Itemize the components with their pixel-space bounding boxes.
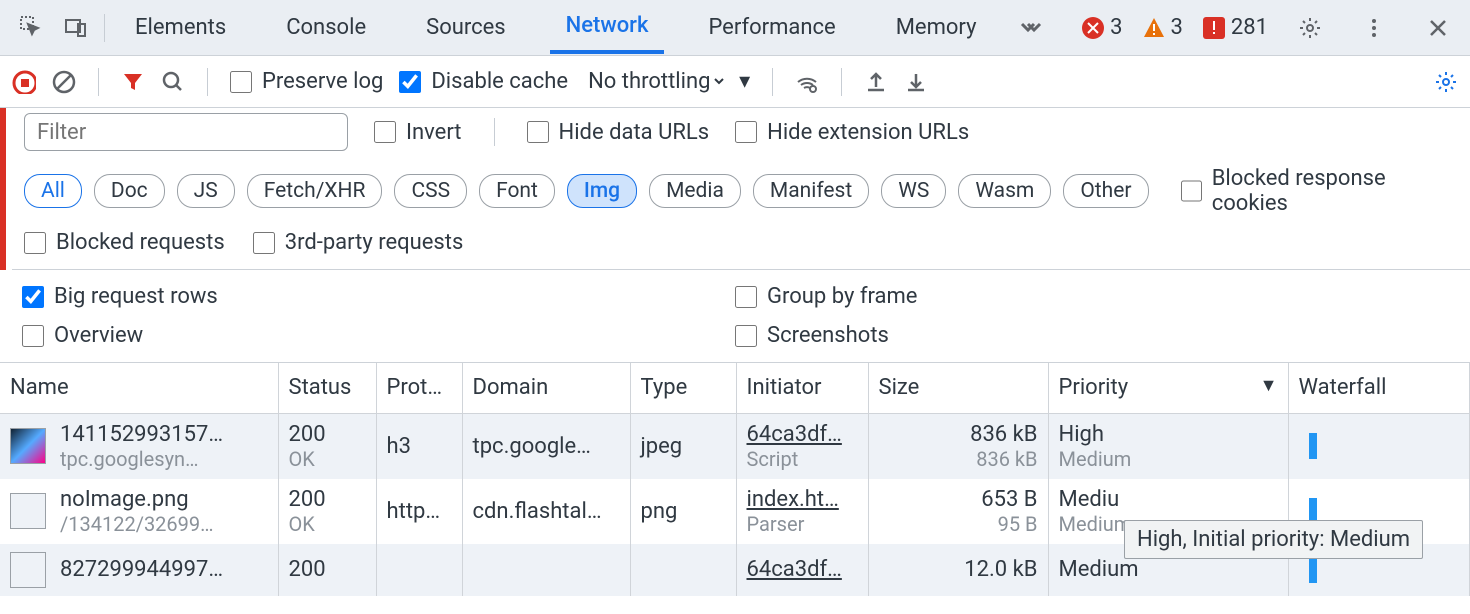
filter-row: Invert Hide data URLs Hide extension URL… [12,108,1470,156]
requests-table: NameStatusProt…DomainTypeInitiatorSizePr… [0,363,1470,596]
col-type[interactable]: Type [630,363,736,413]
warning-count[interactable]: 3 [1143,15,1183,40]
settings-gear-icon[interactable] [1288,6,1332,50]
type-pill-img[interactable]: Img [567,174,637,208]
col-size[interactable]: Size [868,363,1048,413]
big-request-rows-checkbox[interactable]: Big request rows [22,284,735,309]
third-party-checkbox[interactable]: 3rd-party requests [253,230,464,255]
panel-tab-console[interactable]: Console [270,3,382,52]
overview-checkbox[interactable]: Overview [22,323,735,348]
import-har-icon[interactable] [904,70,928,94]
col-initiator[interactable]: Initiator [736,363,868,413]
type-pill-media[interactable]: Media [649,174,741,208]
chevron-down-icon: ▾ [739,69,750,94]
col-status[interactable]: Status [278,363,376,413]
panel-tab-performance[interactable]: Performance [692,3,851,52]
type-pill-fetchxhr[interactable]: Fetch/XHR [247,174,383,208]
clear-icon[interactable] [52,70,76,94]
panel-tab-network[interactable]: Network [550,1,665,54]
type-filter-row: All Doc JS Fetch/XHR CSS Font Img Media Manifest… [12,156,1470,226]
type-pill-manifest[interactable]: Manifest [753,174,869,208]
request-thumb [10,428,46,464]
hide-data-urls-checkbox[interactable]: Hide data URLs [527,120,710,145]
more-panels-icon[interactable] [1008,6,1052,50]
blocked-cookies-checkbox[interactable]: Blocked response cookies [1181,166,1459,216]
waterfall-bar [1309,433,1317,459]
type-pill-doc[interactable]: Doc [94,174,165,208]
error-count[interactable]: 3 [1082,15,1122,40]
network-toolbar: Preserve log Disable cache No throttling… [0,56,1470,108]
request-thumb [10,552,46,588]
type-pill-js[interactable]: JS [177,174,235,208]
table-row[interactable]: 141152993157…tpc.googlesyn…200OKh3tpc.go… [0,413,1470,479]
filter-funnel-icon[interactable] [121,70,145,94]
network-settings-gear-icon[interactable] [1434,70,1458,94]
col-priority[interactable]: Priority▼ [1048,363,1288,413]
type-pill-other[interactable]: Other [1063,174,1148,208]
type-pill-ws[interactable]: WS [881,174,946,208]
disable-cache-checkbox[interactable]: Disable cache [399,69,568,94]
col-name[interactable]: Name [0,363,278,413]
blocked-requests-checkbox[interactable]: Blocked requests [24,230,225,255]
panel-tabstrip: Elements Console Sources Network Performance… [0,0,1470,56]
type-pill-wasm[interactable]: Wasm [958,174,1051,208]
device-toggle-icon[interactable] [54,6,98,50]
view-options: Big request rows Group by frame Overview… [0,270,1470,363]
record-button[interactable] [12,70,36,94]
type-pill-all[interactable]: All [24,174,82,208]
panel-tab-sources[interactable]: Sources [410,3,522,52]
hide-extension-urls-checkbox[interactable]: Hide extension URLs [735,120,969,145]
extra-filters-row: Blocked requests 3rd-party requests [12,226,1470,270]
kebab-menu-icon[interactable] [1352,6,1396,50]
inspect-icon[interactable] [10,6,54,50]
col-waterfall[interactable]: Waterfall [1288,363,1470,413]
type-pill-font[interactable]: Font [479,174,555,208]
request-thumb [10,493,46,529]
type-pill-css[interactable]: CSS [394,174,467,208]
group-by-frame-checkbox[interactable]: Group by frame [735,284,1448,309]
col-prot[interactable]: Prot… [376,363,462,413]
export-har-icon[interactable] [864,70,888,94]
panel-tab-elements[interactable]: Elements [119,3,242,52]
search-icon[interactable] [161,70,185,94]
close-devtools-icon[interactable] [1416,6,1460,50]
panel-tab-memory[interactable]: Memory [880,3,993,52]
col-domain[interactable]: Domain [462,363,630,413]
invert-checkbox[interactable]: Invert [374,120,462,145]
screenshots-checkbox[interactable]: Screenshots [735,323,1448,348]
priority-tooltip: High, Initial priority: Medium [1124,520,1423,559]
issues-count[interactable]: 281 [1203,15,1268,40]
network-conditions-icon[interactable] [795,70,819,94]
throttling-select[interactable]: No throttling [584,68,727,95]
preserve-log-checkbox[interactable]: Preserve log [230,69,383,94]
waterfall-bar [1309,557,1317,583]
filter-input[interactable] [24,113,348,151]
